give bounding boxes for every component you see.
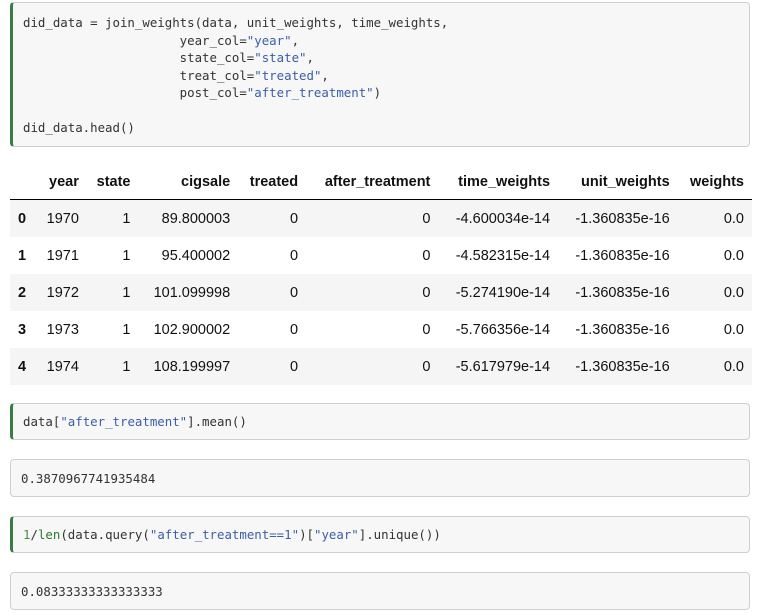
code-len[interactable]: 1/len(data.query("after_treatment==1")["…: [13, 526, 749, 544]
cell-year: 1974: [37, 348, 87, 385]
code-cell-len[interactable]: 1/len(data.query("after_treatment==1")["…: [10, 516, 750, 553]
cell-time-weights: -5.274190e-14: [438, 274, 559, 311]
row-index: 0: [10, 199, 38, 237]
table-row: 3 1973 1 102.900002 0 0 -5.766356e-14 -1…: [10, 311, 752, 348]
cell-state: 1: [86, 199, 139, 237]
cell-unit-weights: -1.360835e-16: [575, 247, 670, 264]
cell-time-weights: -5.617979e-14: [438, 348, 559, 385]
cell-weights: 0.0: [677, 348, 752, 385]
cell-after-treatment: 0: [422, 321, 431, 338]
cell-year: 1973: [46, 321, 79, 338]
cell-time-weights: -4.582315e-14: [455, 247, 551, 264]
column-header-after-treatment: after_treatment: [306, 164, 439, 200]
output-cell-len: 0.08333333333333333: [10, 572, 750, 610]
column-header-state: state: [86, 164, 139, 200]
row-index: 4: [10, 348, 38, 385]
cell-weights: 0.0: [677, 274, 752, 311]
cell-state: 1: [122, 247, 131, 264]
cell-treated: 0: [238, 199, 307, 237]
dataframe-output-table: year state cigsale treated after_treatme…: [10, 164, 752, 385]
table-header-row: year state cigsale treated after_treatme…: [10, 164, 752, 200]
cell-weights: 0.0: [723, 247, 744, 264]
code-cell-mean[interactable]: data["after_treatment"].mean(): [10, 403, 750, 440]
cell-time-weights: -5.766356e-14: [455, 321, 551, 338]
cell-treated: 0: [238, 274, 307, 311]
column-header-year: year: [37, 164, 87, 200]
cell-year: 1970: [37, 199, 87, 237]
cell-state: 1: [86, 348, 139, 385]
column-header-weights: weights: [677, 164, 752, 200]
cell-weights: 0.0: [677, 199, 752, 237]
row-index: 3: [18, 321, 27, 338]
cell-after-treatment: 0: [306, 199, 439, 237]
cell-state: 1: [86, 274, 139, 311]
cell-cigsale: 102.900002: [153, 321, 231, 338]
cell-treated: 0: [290, 321, 299, 338]
cell-after-treatment: 0: [306, 348, 439, 385]
table-row: 2 1972 1 101.099998 0 0 -5.274190e-14 -1…: [10, 274, 752, 311]
code-join-weights[interactable]: did_data = join_weights(data, unit_weigh…: [13, 14, 749, 137]
cell-after-treatment: 0: [422, 247, 431, 264]
cell-cigsale: 101.099998: [138, 274, 239, 311]
column-header-unit-weights: unit_weights: [558, 164, 678, 200]
table-row: 0 1970 1 89.800003 0 0 -4.600034e-14 -1.…: [10, 199, 752, 237]
cell-time-weights: -4.600034e-14: [438, 199, 559, 237]
cell-treated: 0: [290, 247, 299, 264]
code-cell-join-weights[interactable]: did_data = join_weights(data, unit_weigh…: [10, 2, 750, 147]
output-cell-mean: 0.3870967741935484: [10, 459, 750, 497]
cell-cigsale: 108.199997: [138, 348, 239, 385]
table-row: 4 1974 1 108.199997 0 0 -5.617979e-14 -1…: [10, 348, 752, 385]
cell-unit-weights: -1.360835e-16: [575, 321, 670, 338]
cell-cigsale: 89.800003: [138, 199, 239, 237]
row-index: 1: [18, 247, 27, 264]
column-header-index: [10, 164, 38, 200]
code-mean[interactable]: data["after_treatment"].mean(): [13, 413, 749, 431]
cell-state: 1: [122, 321, 131, 338]
cell-after-treatment: 0: [306, 274, 439, 311]
cell-year: 1971: [46, 247, 79, 264]
column-header-treated: treated: [238, 164, 307, 200]
cell-year: 1972: [37, 274, 87, 311]
column-header-time-weights: time_weights: [438, 164, 559, 200]
cell-unit-weights: -1.360835e-16: [558, 348, 678, 385]
cell-unit-weights: -1.360835e-16: [558, 199, 678, 237]
table-row: 1 1971 1 95.400002 0 0 -4.582315e-14 -1.…: [10, 237, 752, 274]
cell-treated: 0: [238, 348, 307, 385]
output-mean-value: 0.3870967741935484: [21, 471, 156, 486]
row-index: 2: [10, 274, 38, 311]
cell-weights: 0.0: [723, 321, 744, 338]
column-header-cigsale: cigsale: [138, 164, 239, 200]
cell-unit-weights: -1.360835e-16: [558, 274, 678, 311]
output-len-value: 0.08333333333333333: [21, 584, 163, 599]
cell-cigsale: 95.400002: [161, 247, 231, 264]
